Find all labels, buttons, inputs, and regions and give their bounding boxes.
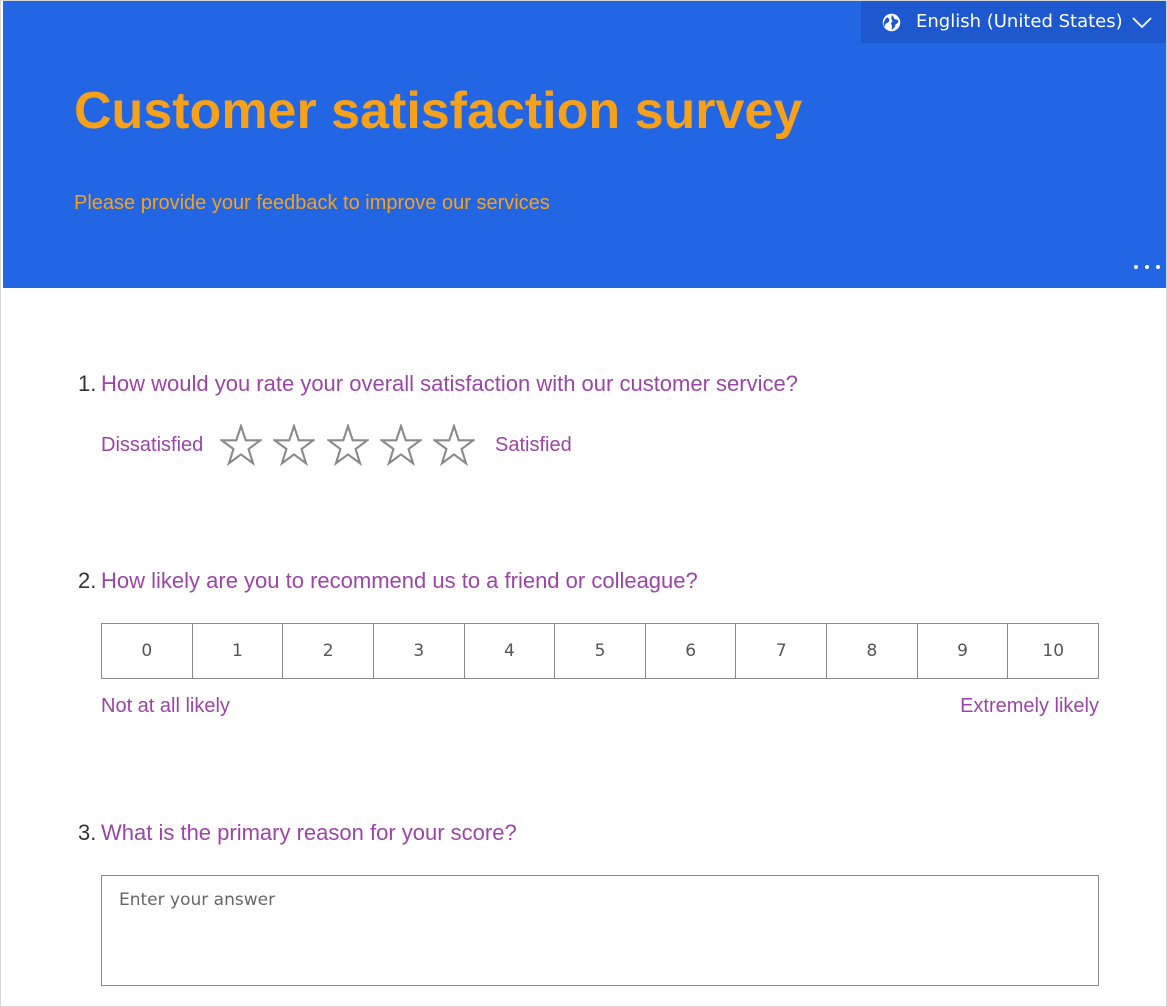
- nps-option[interactable]: 1: [193, 624, 284, 678]
- answer-textarea[interactable]: [101, 875, 1099, 986]
- nps-option[interactable]: 4: [465, 624, 556, 678]
- question-text: How would you rate your overall satisfac…: [101, 371, 798, 396]
- nps-option[interactable]: 6: [646, 624, 737, 678]
- question-text: How likely are you to recommend us to a …: [101, 568, 698, 593]
- star-outline-icon[interactable]: [327, 424, 369, 466]
- form-page: English (United States) Customer satisfa…: [0, 0, 1167, 1007]
- star-outline-icon[interactable]: [220, 424, 262, 466]
- nps-option[interactable]: 8: [827, 624, 918, 678]
- star-outline-icon[interactable]: [380, 424, 422, 466]
- nps-option[interactable]: 3: [374, 624, 465, 678]
- question-number: 2.: [78, 568, 97, 593]
- nps-option[interactable]: 10: [1008, 624, 1098, 678]
- nps-scale: 0 1 2 3 4 5 6 7 8 9 10: [101, 623, 1099, 679]
- form-title: Customer satisfaction survey: [74, 82, 803, 140]
- rating-low-label: Dissatisfied: [101, 434, 204, 456]
- globe-icon: [882, 13, 901, 32]
- star-outline-icon[interactable]: [273, 424, 315, 466]
- language-selector[interactable]: English (United States): [861, 1, 1166, 43]
- chevron-down-icon: [1132, 17, 1152, 29]
- rating-high-label: Satisfied: [495, 434, 572, 456]
- question-number: 1.: [78, 371, 97, 396]
- nps-option[interactable]: 0: [102, 624, 193, 678]
- star-outline-icon[interactable]: [433, 424, 475, 466]
- header-banner: English (United States) Customer satisfa…: [3, 1, 1166, 288]
- question-number: 3.: [78, 820, 97, 845]
- nps-option[interactable]: 2: [283, 624, 374, 678]
- nps-option[interactable]: 7: [736, 624, 828, 678]
- language-label: English (United States): [916, 11, 1123, 32]
- more-dots-icon[interactable]: [1132, 257, 1162, 277]
- nps-option[interactable]: 9: [918, 624, 1009, 678]
- nps-high-label: Extremely likely: [960, 695, 1099, 717]
- form-subtitle: Please provide your feedback to improve …: [74, 192, 550, 214]
- nps-option[interactable]: 5: [555, 624, 646, 678]
- question-text: What is the primary reason for your scor…: [101, 820, 517, 845]
- nps-low-label: Not at all likely: [101, 695, 230, 717]
